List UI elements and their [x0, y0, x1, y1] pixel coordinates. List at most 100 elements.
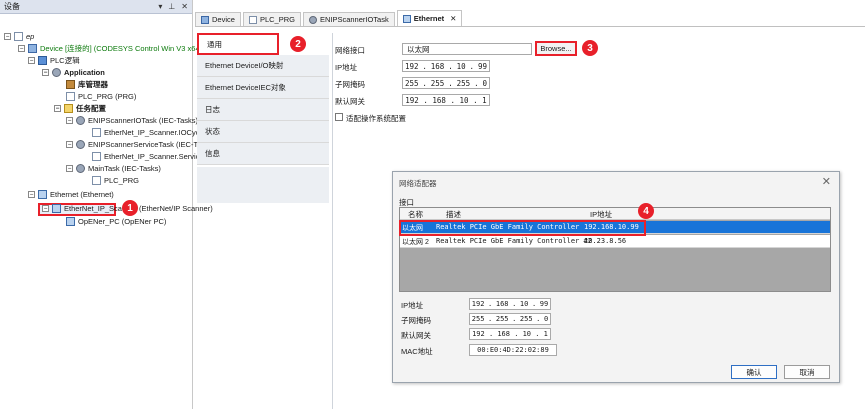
tree-item-main-task[interactable]: − MainTask (IEC-Tasks) [66, 162, 161, 174]
step-badge-4: 4 [638, 203, 654, 219]
subnet-octet: 0 [482, 78, 487, 88]
tree-item-label: Ethernet (Ethernet) [50, 189, 114, 199]
tree-item-label: 任务配置 [76, 103, 106, 113]
collapse-toggle-icon[interactable]: − [4, 32, 11, 40]
ip-octet: 192 [471, 300, 485, 308]
collapse-toggle-icon[interactable]: − [28, 56, 35, 64]
ethernet-icon [402, 14, 411, 23]
side-tab-label: 通用 [207, 39, 222, 49]
tree-item-enip-service-task[interactable]: − ENIPScannerServiceTask (IEC-Tasks) [66, 138, 215, 150]
tab-label: Device [212, 15, 235, 24]
dialog-mac-field[interactable]: 00:E0:4D:22:02:89 [469, 344, 557, 356]
tree-item-device[interactable]: − Device [连接的] (CODESYS Control Win V3 x… [18, 42, 202, 54]
tree-item-library-manager[interactable]: 库管理器 [66, 78, 108, 90]
interface-label: 网络接口 [335, 46, 365, 55]
tree-item-label: EtherNet_IP_Scanner.IOCycle [104, 127, 206, 137]
tree-item-plc-logic[interactable]: − PLC逻辑 [28, 54, 80, 66]
dialog-gateway-field[interactable]: 192. 168. 10. 1 [469, 328, 551, 340]
dialog-ip-label: IP地址 [401, 301, 424, 310]
side-tab-info[interactable]: 信息 [197, 143, 329, 165]
tree-item-application[interactable]: − Application [42, 66, 105, 78]
document-icon [66, 91, 75, 101]
tree-item-opener-pc[interactable]: OpENer_PC (OpENer PC) [66, 215, 166, 227]
gateway-octet: 168 [432, 95, 446, 105]
subnet-field[interactable]: 255. 255. 255. 0 [402, 77, 490, 89]
tab-plc-prg[interactable]: PLC_PRG [242, 12, 301, 26]
dialog-close-icon[interactable]: ✕ [822, 175, 831, 188]
gateway-field[interactable]: 192. 168. 10. 1 [402, 94, 490, 106]
column-header-ip[interactable]: IP地址 [590, 209, 612, 220]
dialog-gateway-label: 默认网关 [401, 331, 431, 340]
collapse-toggle-icon[interactable]: − [66, 116, 73, 124]
collapse-toggle-icon[interactable]: − [28, 190, 35, 198]
side-tab-general[interactable]: 通用 [197, 33, 279, 55]
interface-field[interactable]: 以太网 [402, 43, 532, 55]
collapse-toggle-icon[interactable]: − [42, 204, 49, 212]
side-tab-io-mapping[interactable]: Ethernet DeviceI/O映射 [197, 55, 329, 77]
tree-item-label: PLC逻辑 [50, 55, 80, 65]
call-icon [92, 151, 101, 161]
gear-icon [52, 67, 61, 77]
task-icon [308, 15, 317, 24]
document-icon [248, 15, 257, 24]
ip-octet: 192 [404, 61, 419, 71]
ip-octet: 10 [456, 61, 466, 71]
ip-octet: 168 [495, 300, 509, 308]
side-tab-iec-objects[interactable]: Ethernet DeviceIEC对象 [197, 77, 329, 99]
collapse-toggle-icon[interactable]: − [66, 140, 73, 148]
subnet-octet: 255 [495, 315, 509, 323]
column-header-name[interactable]: 名称 [408, 209, 423, 220]
tree-item-task-config[interactable]: − 任务配置 [54, 102, 106, 114]
adapt-os-label: 适配操作系统配置 [346, 114, 406, 123]
tree-item-ethernet[interactable]: − Ethernet (Ethernet) [28, 188, 114, 200]
adapter-row[interactable]: 以太网 2 Realtek PCIe GbE Family Controller… [400, 235, 830, 248]
collapse-toggle-icon[interactable]: − [18, 44, 25, 52]
side-tab-label: Ethernet DeviceI/O映射 [205, 61, 284, 70]
dialog-subnet-field[interactable]: 255. 255. 255. 0 [469, 313, 551, 325]
adapter-ip: 10.23.8.56 [584, 237, 627, 245]
gateway-octet: 10 [522, 330, 532, 338]
adapter-icon [66, 216, 75, 226]
tree-item-plc-prg[interactable]: PLC_PRG (PRG) [66, 90, 136, 102]
tree-item-project[interactable]: − ep [4, 30, 34, 42]
cancel-button[interactable]: 取消 [784, 365, 830, 379]
tree-item-enip-io-task[interactable]: − ENIPScannerIOTask (IEC-Tasks) [66, 114, 198, 126]
side-tab-status[interactable]: 状态 [197, 121, 329, 143]
tree-item-label: Device [连接的] (CODESYS Control Win V3 x64… [40, 43, 203, 53]
pane-menu-icon[interactable]: ▾ [158, 2, 162, 11]
column-header-description[interactable]: 描述 [446, 209, 461, 220]
tab-ethernet[interactable]: Ethernet ✕ [396, 10, 463, 26]
editor-side-tabs: 通用 Ethernet DeviceI/O映射 Ethernet DeviceI… [197, 33, 332, 409]
tree-item-label: OpENer_PC (OpENer PC) [78, 216, 167, 226]
pane-close-icon[interactable]: ✕ [181, 2, 188, 11]
device-icon [28, 43, 37, 53]
collapse-toggle-icon[interactable]: − [42, 68, 49, 76]
ip-field[interactable]: 192. 168. 10. 99 [402, 60, 490, 72]
tree-item-io-cycle[interactable]: EtherNet_IP_Scanner.IOCycle [92, 126, 205, 138]
dialog-subnet-label: 子网掩码 [401, 316, 431, 325]
ok-button[interactable]: 确认 [731, 365, 777, 379]
library-icon [66, 79, 75, 89]
dialog-ip-field[interactable]: 192. 168. 10. 99 [469, 298, 551, 310]
gateway-octet: 1 [482, 95, 487, 105]
tree-item-plc-prg-call[interactable]: PLC_PRG [92, 174, 139, 186]
tree-item-label: MainTask (IEC-Tasks) [88, 163, 161, 173]
collapse-toggle-icon[interactable]: − [66, 164, 73, 172]
close-tab-icon[interactable]: ✕ [450, 14, 456, 23]
side-tab-filler [197, 167, 329, 203]
browse-button[interactable]: Browse... [535, 41, 577, 56]
collapse-toggle-icon[interactable]: − [54, 104, 61, 112]
ip-octet: 168 [430, 61, 445, 71]
call-icon [92, 175, 101, 185]
tree-item-label: ENIPScannerIOTask (IEC-Tasks) [88, 115, 199, 125]
gateway-octet: 192 [405, 95, 419, 105]
tab-device[interactable]: Device [195, 12, 241, 26]
side-tab-log[interactable]: 日志 [197, 99, 329, 121]
pane-pin-icon[interactable]: ⊥ [168, 2, 175, 11]
tab-enip-io-task[interactable]: ENIPScannerIOTask [302, 12, 395, 26]
network-adapter-dialog: 网络适配器 ✕ 接口 名称 描述 IP地址 以太网 Realtek PCIe G… [392, 171, 840, 383]
device-tree-pane: 设备 ▾ ⊥ ✕ − ep − Device [连接的] (CODESYS Co… [0, 0, 222, 409]
tree-item-label: 库管理器 [78, 79, 108, 89]
plc-logic-icon [38, 55, 47, 65]
adapt-os-checkbox[interactable] [335, 113, 343, 121]
